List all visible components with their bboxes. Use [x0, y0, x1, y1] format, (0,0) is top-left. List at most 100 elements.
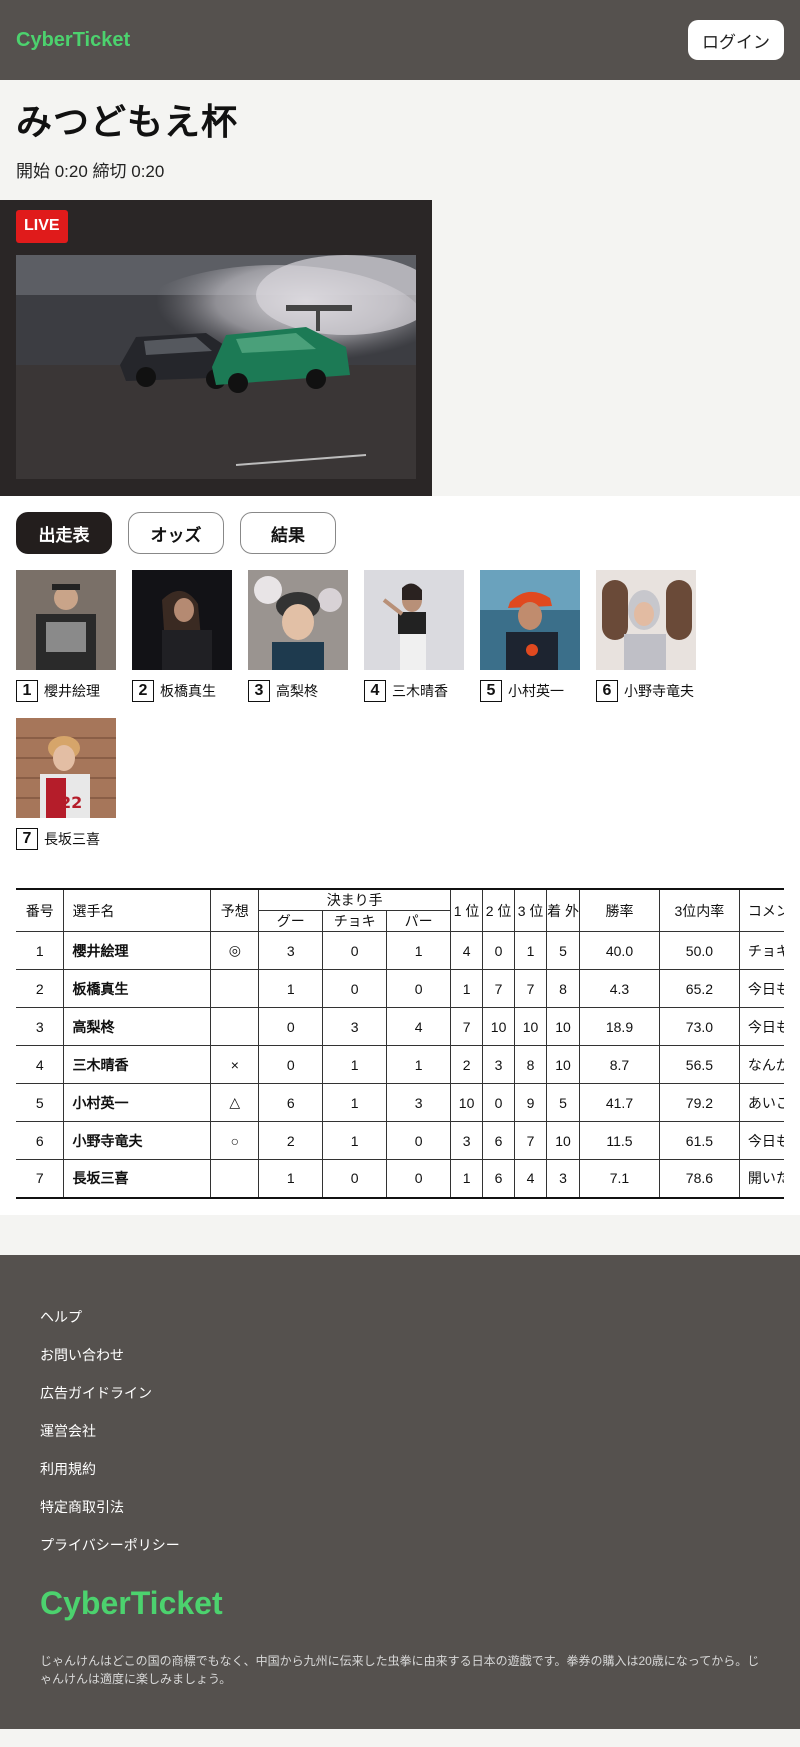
- table-row[interactable]: 6 小野寺竜夫 ○ 2 1 0 3 6 7 10 11.5 61.5 今日も: [16, 1121, 784, 1161]
- table-row[interactable]: 3 高梨柊 0 3 4 7 10 10 10 18.9 73.0 今日も: [16, 1007, 784, 1047]
- footer-link-company[interactable]: 運営会社: [40, 1421, 760, 1441]
- cell-third: 4: [514, 1159, 548, 1199]
- cell-win-rate: 41.7: [579, 1083, 660, 1123]
- header-finisher: 決まり手: [258, 888, 452, 912]
- footer-link-terms[interactable]: 利用規約: [40, 1459, 760, 1479]
- cell-top3-rate: 65.2: [658, 969, 740, 1009]
- cell-third: 10: [514, 1007, 548, 1047]
- event-info: みつどもえ杯 開始 0:20 締切 0:20: [0, 80, 800, 200]
- player-number: 5: [480, 680, 502, 703]
- player-card[interactable]: 1 櫻井絵理: [16, 570, 132, 718]
- race-card-table: 番号 選手名 予想 決まり手 1 位 2 位 3 位 着 外 勝率 3位内率 コ…: [16, 888, 784, 1199]
- cell-third: 7: [514, 1121, 548, 1161]
- cell-player-name: 小村英一: [63, 1083, 212, 1123]
- race-card-table-container[interactable]: 番号 選手名 予想 決まり手 1 位 2 位 3 位 着 外 勝率 3位内率 コ…: [16, 888, 784, 1199]
- cell-comment: 開いた: [738, 1159, 784, 1199]
- cell-player-name: 板橋真生: [63, 969, 212, 1009]
- footer-link-ad-guidelines[interactable]: 広告ガイドライン: [40, 1383, 760, 1403]
- cell-comment: なんか: [738, 1045, 784, 1085]
- cell-second: 0: [482, 1083, 516, 1123]
- player-card[interactable]: 6 小野寺竜夫: [596, 570, 712, 718]
- header-player-name: 選手名: [63, 888, 212, 933]
- footer-link-privacy[interactable]: プライバシーポリシー: [40, 1535, 760, 1555]
- player-card[interactable]: 3 高梨柊: [248, 570, 364, 718]
- player-label: 6 小野寺竜夫: [596, 680, 712, 703]
- cell-goo: 1: [258, 1159, 324, 1199]
- cell-out: 5: [546, 931, 581, 971]
- cell-out: 10: [546, 1045, 581, 1085]
- cell-out: 10: [546, 1121, 581, 1161]
- footer-disclaimer: じゃんけんはどこの国の商標でもなく、中国から九州に伝来した虫拳に由来する日本の遊…: [40, 1653, 760, 1687]
- player-number: 3: [248, 680, 270, 703]
- footer-link-contact[interactable]: お問い合わせ: [40, 1345, 760, 1365]
- cell-win-rate: 40.0: [579, 931, 660, 971]
- cell-top3-rate: 78.6: [658, 1159, 740, 1199]
- cell-top3-rate: 79.2: [658, 1083, 740, 1123]
- cell-choki: 1: [322, 1045, 388, 1085]
- race-content: 出走表 オッズ 結果 1 櫻井絵理 2 板橋真生 3 高梨柊 4 三木晴香 5 …: [0, 496, 800, 1215]
- cell-number: 1: [16, 931, 65, 971]
- header-third: 3 位: [514, 888, 548, 933]
- player-card[interactable]: 5 小村英一: [480, 570, 596, 718]
- race-tabs: 出走表 オッズ 結果: [16, 512, 784, 555]
- cell-choki: 0: [322, 969, 388, 1009]
- header-prediction: 予想: [210, 888, 260, 933]
- header-first: 1 位: [450, 888, 484, 933]
- player-label: 2 板橋真生: [132, 680, 248, 703]
- header-goo: グー: [258, 910, 324, 933]
- tab-results[interactable]: 結果: [240, 512, 336, 555]
- table-row[interactable]: 4 三木晴香 × 0 1 1 2 3 8 10 8.7 56.5 なんか: [16, 1045, 784, 1085]
- footer-link-help[interactable]: ヘルプ: [40, 1307, 760, 1327]
- cell-goo: 2: [258, 1121, 324, 1161]
- tab-entries[interactable]: 出走表: [16, 512, 112, 555]
- cell-number: 3: [16, 1007, 65, 1047]
- table-row[interactable]: 1 櫻井絵理 ◎ 3 0 1 4 0 1 5 40.0 50.0 チョキ: [16, 931, 784, 971]
- cell-second: 3: [482, 1045, 516, 1085]
- cell-goo: 0: [258, 1045, 324, 1085]
- header-comment: コメント: [738, 888, 784, 933]
- cell-third: 9: [514, 1083, 548, 1123]
- cell-out: 5: [546, 1083, 581, 1123]
- live-video[interactable]: [16, 255, 416, 480]
- cell-win-rate: 11.5: [579, 1121, 660, 1161]
- cell-player-name: 小野寺竜夫: [63, 1121, 212, 1161]
- site-footer: ヘルプ お問い合わせ 広告ガイドライン 運営会社 利用規約 特定商取引法 プライ…: [0, 1254, 800, 1729]
- cell-comment: あいこ: [738, 1083, 784, 1123]
- table-row[interactable]: 7 長坂三喜 1 0 0 1 6 4 3 7.1 78.6 開いた: [16, 1159, 784, 1199]
- player-name: 三木晴香: [392, 683, 448, 700]
- player-name: 小村英一: [508, 683, 564, 700]
- footer-link-commerce-law[interactable]: 特定商取引法: [40, 1497, 760, 1517]
- live-stream-panel: LIVE: [0, 200, 432, 497]
- login-button[interactable]: ログイン: [688, 20, 784, 60]
- table-row[interactable]: 5 小村英一 △ 6 1 3 10 0 9 5 41.7 79.2 あいこ: [16, 1083, 784, 1123]
- event-time: 開始 0:20 締切 0:20: [16, 162, 165, 182]
- cell-player-name: 櫻井絵理: [63, 931, 212, 971]
- section-gap: [0, 1214, 800, 1255]
- drift-cars-image: [16, 255, 416, 480]
- player-number: 1: [16, 680, 38, 703]
- cell-choki: 1: [322, 1083, 388, 1123]
- player-card[interactable]: 22 7 長坂三喜: [16, 718, 132, 866]
- player-label: 7 長坂三喜: [16, 828, 132, 851]
- cell-second: 10: [482, 1007, 516, 1047]
- player-card[interactable]: 4 三木晴香: [364, 570, 480, 718]
- cell-third: 1: [514, 931, 548, 971]
- cell-win-rate: 8.7: [579, 1045, 660, 1085]
- brand-logo[interactable]: CyberTicket: [16, 29, 130, 52]
- cell-first: 4: [450, 931, 484, 971]
- cell-top3-rate: 50.0: [658, 931, 740, 971]
- table-row[interactable]: 2 板橋真生 1 0 0 1 7 7 8 4.3 65.2 今日も: [16, 969, 784, 1009]
- player-photo: [16, 570, 116, 671]
- cell-win-rate: 4.3: [579, 969, 660, 1009]
- cell-paa: 1: [386, 931, 452, 971]
- svg-text:22: 22: [60, 793, 82, 812]
- tab-odds[interactable]: オッズ: [128, 512, 224, 555]
- cell-top3-rate: 56.5: [658, 1045, 740, 1085]
- cell-choki: 3: [322, 1007, 388, 1047]
- cell-prediction: [210, 1007, 260, 1047]
- cell-second: 6: [482, 1159, 516, 1199]
- cell-paa: 0: [386, 1121, 452, 1161]
- cell-win-rate: 7.1: [579, 1159, 660, 1199]
- player-card[interactable]: 2 板橋真生: [132, 570, 248, 718]
- footer-brand-logo[interactable]: CyberTicket: [40, 1585, 760, 1622]
